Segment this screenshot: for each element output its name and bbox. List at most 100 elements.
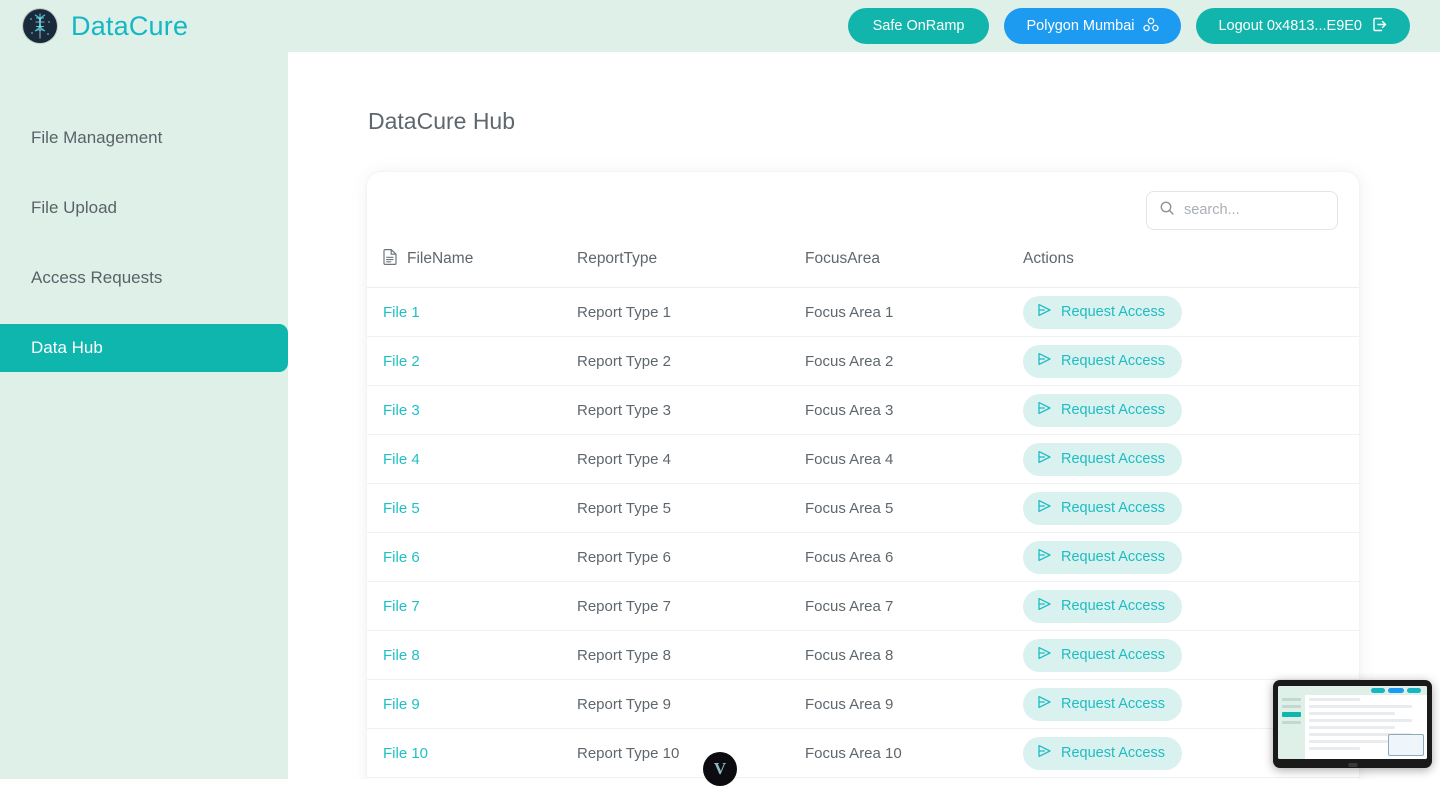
send-plane-icon [1037,744,1052,762]
cell-actions: Request Access [1023,581,1359,631]
request-access-label: Request Access [1061,500,1165,516]
request-access-label: Request Access [1061,304,1165,320]
request-access-button[interactable]: Request Access [1023,589,1182,623]
table-row: File 3 Report Type 3 Focus Area 3 Request A… [367,385,1359,435]
table-row: File 1 Report Type 1 Focus Area 1 Request A… [367,287,1359,337]
safe-onramp-button[interactable]: Safe OnRamp [847,8,990,44]
sidebar-item-access-requests[interactable]: Access Requests [0,254,288,302]
sidebar-item-file-upload[interactable]: File Upload [0,184,288,232]
send-plane-icon [1037,450,1052,468]
v-avatar-badge[interactable]: V [703,752,737,786]
table-row: File 7 Report Type 7 Focus Area 7 Request A… [367,581,1359,631]
file-link[interactable]: File 4 [383,451,420,468]
file-link[interactable]: File 7 [383,598,420,615]
screen-share-thumbnail[interactable] [1273,680,1432,768]
logout-button[interactable]: Logout 0x4813...E9E0 [1196,8,1410,44]
sidebar-item-data-hub[interactable]: Data Hub [0,324,288,372]
table-row: File 10 Report Type 10 Focus Area 10 Reques… [367,728,1359,778]
request-access-button[interactable]: Request Access [1023,540,1182,574]
safe-onramp-label: Safe OnRamp [872,18,965,34]
request-access-button[interactable]: Request Access [1023,393,1182,427]
request-access-label: Request Access [1061,549,1165,565]
request-access-button[interactable]: Request Access [1023,491,1182,525]
cell-actions: Request Access [1023,630,1359,680]
cell-reporttype: Report Type 2 [577,336,805,386]
request-access-button[interactable]: Request Access [1023,687,1182,721]
cell-focusarea: Focus Area 1 [805,287,1023,337]
cell-reporttype: Report Type 1 [577,287,805,337]
pip-button-3 [1407,688,1421,693]
network-label: Polygon Mumbai [1026,18,1135,34]
file-document-icon [383,248,398,270]
v-badge-label: V [713,759,727,778]
sidebar-item-label: File Upload [31,198,117,217]
cell-filename: File 7 [367,581,577,631]
cell-filename: File 4 [367,434,577,484]
main-content: DataCure Hub search... FileName ReportTy… [288,52,1440,779]
cell-reporttype: Report Type 7 [577,581,805,631]
cell-reporttype: Report Type 6 [577,532,805,582]
column-header-label: FileName [407,250,474,267]
file-link[interactable]: File 6 [383,549,420,566]
pip-screen [1278,686,1427,759]
cell-focusarea: Focus Area 8 [805,630,1023,680]
pip-button-2 [1388,688,1404,693]
cell-filename: File 9 [367,679,577,729]
cell-actions: Request Access [1023,287,1359,337]
cell-reporttype: Report Type 10 [577,728,805,778]
file-link[interactable]: File 2 [383,353,420,370]
column-header-filename[interactable]: FileName [367,248,577,288]
sidebar: File Management File Upload Access Reque… [0,52,288,779]
brand[interactable]: DataCure [0,9,188,43]
cell-focusarea: Focus Area 2 [805,336,1023,386]
sidebar-item-file-management[interactable]: File Management [0,114,288,162]
brand-name: DataCure [71,10,189,41]
request-access-label: Request Access [1061,696,1165,712]
table-head: FileName ReportType FocusArea Actions [367,248,1359,288]
request-access-button[interactable]: Request Access [1023,736,1182,770]
pip-sidebar [1278,686,1305,759]
cell-focusarea: Focus Area 4 [805,434,1023,484]
send-plane-icon [1037,401,1052,419]
cell-actions: Request Access [1023,434,1359,484]
pip-header-bar [1278,686,1427,695]
file-link[interactable]: File 9 [383,696,420,713]
page-title: DataCure Hub [368,108,516,134]
cell-reporttype: Report Type 3 [577,385,805,435]
file-link[interactable]: File 10 [383,745,428,762]
file-link[interactable]: File 1 [383,304,420,321]
file-link[interactable]: File 5 [383,500,420,517]
request-access-button[interactable]: Request Access [1023,638,1182,672]
logout-icon [1371,16,1388,37]
dna-helix-logo-icon [23,9,57,43]
file-link[interactable]: File 8 [383,647,420,664]
cell-actions: Request Access [1023,385,1359,435]
cell-filename: File 8 [367,630,577,680]
send-plane-icon [1037,499,1052,517]
pip-selection-box [1388,734,1424,756]
request-access-button[interactable]: Request Access [1023,344,1182,378]
cell-reporttype: Report Type 9 [577,679,805,729]
polygon-icon [1143,17,1160,36]
cell-focusarea: Focus Area 7 [805,581,1023,631]
search-input[interactable] [1184,202,1325,218]
network-button[interactable]: Polygon Mumbai [1004,8,1182,44]
request-access-label: Request Access [1061,598,1165,614]
cell-focusarea: Focus Area 3 [805,385,1023,435]
request-access-button[interactable]: Request Access [1023,295,1182,329]
cell-filename: File 6 [367,532,577,582]
cell-focusarea: Focus Area 6 [805,532,1023,582]
search-box[interactable] [1146,190,1338,230]
column-header-reporttype[interactable]: ReportType [577,248,805,288]
cell-filename: File 2 [367,336,577,386]
file-link[interactable]: File 3 [383,402,420,419]
pip-notch [1348,763,1357,767]
table-row: File 9 Report Type 9 Focus Area 9 Request A… [367,679,1359,729]
column-header-focusarea[interactable]: FocusArea [805,248,1023,288]
table-row: File 2 Report Type 2 Focus Area 2 Request A… [367,336,1359,386]
column-header-label: ReportType [577,250,658,267]
request-access-button[interactable]: Request Access [1023,442,1182,476]
cell-actions: Request Access [1023,532,1359,582]
data-hub-card: FileName ReportType FocusArea Actions Fi… [367,172,1359,779]
cell-focusarea: Focus Area 5 [805,483,1023,533]
